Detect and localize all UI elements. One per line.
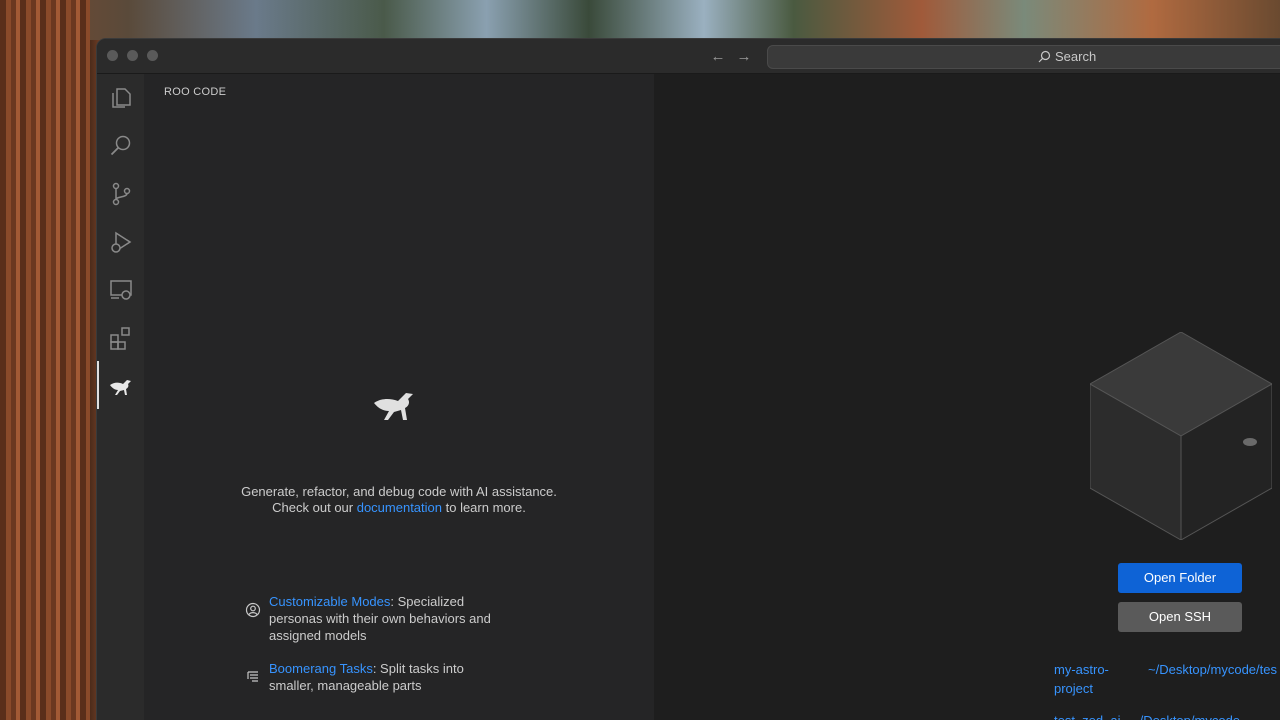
search-placeholder: Search bbox=[1055, 49, 1097, 64]
remote-explorer-icon[interactable] bbox=[108, 277, 134, 303]
feature-boomerang-tasks: Boomerang Tasks: Split tasks into smalle… bbox=[247, 660, 509, 694]
task-list-icon bbox=[247, 671, 258, 682]
intro-prefix: Check out our bbox=[272, 500, 357, 515]
customizable-modes-link[interactable]: Customizable Modes bbox=[269, 594, 390, 609]
person-circle-icon bbox=[245, 602, 261, 618]
intro-line-1: Generate, refactor, and debug code with … bbox=[241, 484, 557, 499]
feature-customizable-modes: Customizable Modes: Specialized personas… bbox=[245, 593, 509, 644]
editor-welcome-area: Open Folder Open SSH my-astro-project ~/… bbox=[654, 74, 1280, 720]
desktop-wallpaper-top bbox=[0, 0, 1280, 40]
documentation-link[interactable]: documentation bbox=[357, 500, 442, 515]
close-window-button[interactable] bbox=[107, 50, 118, 61]
roo-kangaroo-logo bbox=[374, 393, 413, 420]
desktop-wallpaper-tree bbox=[0, 0, 90, 720]
vscode-window: ← → Search ROO CODE Generate, refactor, … bbox=[96, 38, 1280, 720]
open-ssh-button[interactable]: Open SSH bbox=[1118, 602, 1242, 632]
active-view-indicator bbox=[97, 361, 99, 409]
recent-project-path: ~/Desktop/mycode bbox=[1132, 711, 1240, 720]
minimize-window-button[interactable] bbox=[127, 50, 138, 61]
cube-logo bbox=[1090, 332, 1272, 540]
roo-code-kangaroo-icon[interactable] bbox=[108, 373, 134, 399]
command-center-search[interactable]: Search bbox=[767, 45, 1280, 69]
roo-code-sidebar: ROO CODE Generate, refactor, and debug c… bbox=[144, 74, 654, 720]
intro-line-2: Check out our documentation to learn mor… bbox=[204, 500, 594, 516]
recent-project-path: ~/Desktop/mycode/tes bbox=[1148, 662, 1277, 677]
boomerang-tasks-link[interactable]: Boomerang Tasks bbox=[269, 661, 373, 676]
title-bar: ← → Search bbox=[97, 39, 1280, 74]
explorer-icon[interactable] bbox=[108, 85, 134, 111]
run-debug-icon[interactable] bbox=[108, 229, 134, 255]
recent-project-name[interactable]: my-astro-project bbox=[1054, 660, 1134, 698]
search-icon bbox=[1038, 50, 1051, 63]
source-control-icon[interactable] bbox=[108, 181, 134, 207]
zoom-window-button[interactable] bbox=[147, 50, 158, 61]
forward-arrow-icon[interactable]: → bbox=[735, 48, 753, 66]
sidebar-title: ROO CODE bbox=[164, 86, 227, 98]
intro-suffix: to learn more. bbox=[442, 500, 526, 515]
search-view-icon[interactable] bbox=[108, 133, 134, 159]
extensions-icon[interactable] bbox=[108, 325, 134, 351]
back-arrow-icon[interactable]: ← bbox=[709, 48, 727, 66]
recent-project-name[interactable]: test_zed_ai bbox=[1054, 711, 1121, 720]
intro-text: Generate, refactor, and debug code with … bbox=[204, 484, 594, 516]
activity-bar bbox=[97, 74, 144, 720]
open-folder-button[interactable]: Open Folder bbox=[1118, 563, 1242, 593]
